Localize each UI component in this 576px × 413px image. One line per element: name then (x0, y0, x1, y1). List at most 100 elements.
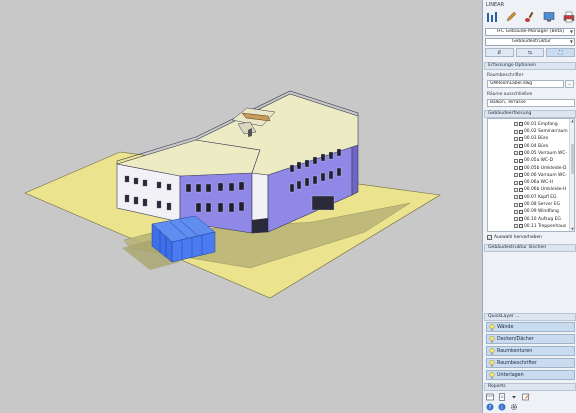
room-icon (519, 158, 523, 163)
facade-wing-east (351, 144, 359, 196)
manager-select[interactable]: IFC Gebäude-Manager [Beta] ▼ (485, 28, 575, 36)
tree-item[interactable]: -00.04 Büro (514, 143, 548, 150)
tree-item[interactable]: -00.08 Server EG (514, 201, 560, 208)
room-icon (519, 195, 523, 200)
quicklayer-item-room-contours[interactable]: Raumkonturen (486, 346, 575, 356)
building-model[interactable] (0, 0, 482, 413)
svg-text:?: ? (489, 405, 492, 411)
tree-item[interactable]: -00.09 Windfang (514, 209, 559, 216)
info-icon[interactable]: i (498, 403, 506, 411)
dropdown-arrow-icon[interactable] (510, 393, 518, 401)
expand-icon[interactable]: - (514, 209, 518, 214)
3d-viewport[interactable] (0, 0, 482, 413)
quicklayer-item-underlays[interactable]: Unterlagen (486, 370, 575, 380)
quicklayer-item-room-labels[interactable]: Raumbeschrifter (486, 358, 575, 368)
tree-item[interactable]: -00.07 Kopfl EG (514, 194, 556, 201)
scroll-up-icon[interactable]: ▲ (570, 119, 574, 123)
tree-item[interactable]: -00.06a WC-H (514, 179, 553, 186)
expand-icon[interactable]: - (514, 166, 518, 171)
structure-select[interactable]: Gebäudestruktur ▼ (485, 38, 575, 46)
expand-icon[interactable]: - (514, 173, 518, 178)
expand-icon[interactable]: - (514, 129, 518, 134)
highlight-selection-option[interactable]: ✓ Auswahl hervorheben (487, 235, 542, 240)
tree-item[interactable]: -00.10 Aufzug EG (514, 216, 561, 223)
properties-panel: LINEAR IFC Gebäude-Manager [Beta] ▼ Gebä… (482, 0, 576, 413)
swap-icon[interactable]: ⇆ (515, 48, 545, 57)
expand-icon[interactable]: - (514, 158, 518, 163)
scrollbar-thumb[interactable] (570, 144, 574, 174)
highlight-checkbox[interactable]: ✓ (487, 235, 492, 240)
tree-item[interactable]: -00.06 Vorraum WC- (514, 172, 567, 179)
settings-icon[interactable] (510, 403, 518, 411)
room-icon (519, 151, 523, 156)
lightbulb-icon (489, 371, 495, 379)
tree-item[interactable]: -00.05b Umkleide-D (514, 165, 566, 172)
expand-icon[interactable]: - (514, 144, 518, 149)
expand-icon[interactable]: - (514, 195, 518, 200)
sort-icon[interactable]: ⇵ (485, 48, 514, 57)
room-tree[interactable]: -00.01 Empfang -00.02 Seminarraum -00.03… (487, 118, 575, 232)
room-icon (519, 144, 523, 149)
delete-structure-button[interactable]: Gebäudestruktur löschen (484, 244, 576, 252)
room-icon (519, 129, 523, 134)
room-label-input[interactable]: GMRoomLabel.dwg (487, 80, 564, 88)
tree-item[interactable]: -00.05 Vorraum WC- (514, 150, 567, 157)
edit-report-icon[interactable] (522, 393, 530, 401)
top-toolbar (485, 9, 575, 25)
room-icon (519, 209, 523, 214)
room-icon (519, 180, 523, 185)
reports-toolbar-top (486, 392, 574, 401)
expand-icon[interactable]: - (514, 202, 518, 207)
table-icon[interactable] (486, 393, 494, 401)
chevron-down-icon: ▼ (569, 39, 573, 44)
building-capture-header[interactable]: Gebäudeerfassung (484, 110, 576, 118)
quicklayer-header[interactable]: QuickLayer ... (484, 313, 576, 321)
printer-icon[interactable] (562, 11, 575, 24)
expand-icon[interactable]: - (514, 187, 518, 192)
room-icon (519, 202, 523, 207)
acquisition-options-header[interactable]: Erfassungs-Optionen (484, 62, 576, 70)
tree-item[interactable]: -00.11 Treppenhaus (514, 223, 566, 230)
room-icon (519, 122, 523, 127)
tree-scrollbar[interactable]: ▲ ▼ (569, 119, 574, 231)
app-title: LINEAR (486, 2, 505, 8)
quicklayer-item-walls[interactable]: Wände (486, 322, 575, 332)
document-icon[interactable] (498, 392, 506, 401)
reports-header[interactable]: Reports (484, 383, 576, 391)
room-icon (519, 136, 523, 141)
scroll-down-icon[interactable]: ▼ (570, 227, 574, 231)
fit-view-icon[interactable]: ⛶ (546, 48, 576, 57)
help-icon[interactable]: ? (486, 403, 494, 411)
browse-button[interactable]: ... (565, 80, 574, 88)
chevron-down-icon: ▼ (569, 29, 573, 34)
expand-icon[interactable]: - (514, 217, 518, 222)
lightbulb-icon (489, 323, 495, 331)
exclude-rooms-input[interactable]: Balkon, Terrasse (487, 99, 575, 107)
tree-item[interactable]: -00.06b Umkleide-H (514, 187, 566, 194)
reports-toolbar-bottom: ? i (486, 402, 574, 411)
lightbulb-icon (489, 347, 495, 355)
expand-icon[interactable]: - (514, 122, 518, 127)
tree-item[interactable]: -00.01 Empfang (514, 121, 558, 128)
room-icon (519, 217, 523, 222)
expand-icon[interactable]: - (514, 180, 518, 185)
lightbulb-icon (489, 335, 495, 343)
tree-item[interactable]: -00.05a WC-D (514, 158, 553, 165)
quicklayer-item-ceilings-roofs[interactable]: Decken/Dächer (486, 334, 575, 344)
expand-icon[interactable]: - (514, 224, 518, 229)
tree-item[interactable]: -00.03 Büro (514, 136, 548, 143)
expand-icon[interactable]: - (514, 136, 518, 141)
brush-icon[interactable] (524, 11, 537, 24)
tree-item[interactable]: -00.02 Seminarraum (514, 128, 568, 135)
svg-text:i: i (501, 405, 502, 411)
exclude-rooms-title: Räume ausschließen (487, 92, 533, 97)
view-tabs: ⇵ ⇆ ⛶ (485, 48, 576, 57)
expand-icon[interactable]: - (514, 151, 518, 156)
lightbulb-icon (489, 359, 495, 367)
highlight-checkbox-label: Auswahl hervorheben (494, 235, 542, 240)
monitor-icon[interactable] (543, 11, 556, 24)
pen-icon[interactable] (504, 11, 517, 24)
column-chart-icon[interactable] (485, 11, 498, 24)
structure-select-value: Gebäudestruktur (511, 39, 552, 44)
manager-select-value: IFC Gebäude-Manager [Beta] (497, 29, 564, 34)
